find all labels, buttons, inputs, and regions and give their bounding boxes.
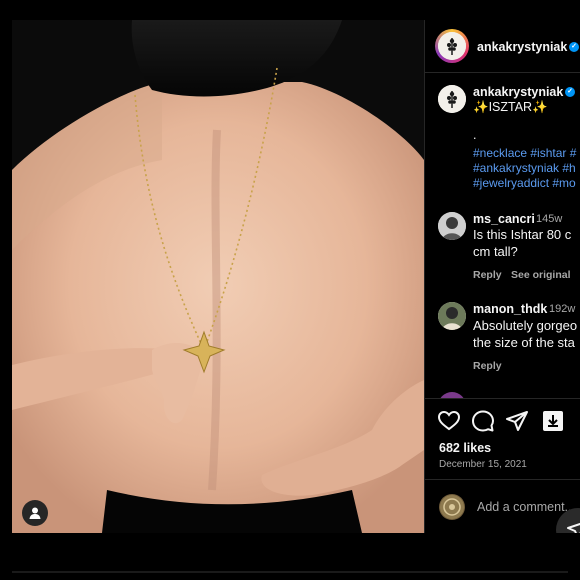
caption-dot: . [473,128,477,142]
hashtag-line[interactable]: #necklace #ishtar # [473,146,576,161]
user-photo-icon [438,302,466,330]
tree-logo-icon [438,32,466,60]
reply-link[interactable]: Reply [473,269,502,281]
comment-text-line: Is this Ishtar 80 c [473,227,572,242]
horizontal-scrollbar[interactable] [12,571,568,573]
header-username[interactable]: ankakrystyniak [477,40,567,54]
save-download-icon[interactable] [541,409,565,433]
comment-username[interactable]: manon_thdk [473,302,547,316]
tree-logo-icon [438,85,466,113]
hashtag-line[interactable]: #ankakrystyniak #h [473,161,576,176]
see-original-link[interactable]: See original [511,269,571,281]
post-header: ankakrystyniak ✓ [425,20,580,73]
tag-people-button[interactable] [22,500,48,526]
comment-bubble-icon[interactable] [471,409,495,433]
person-tag-icon [29,507,41,519]
comment-username[interactable]: ms_cancri [473,212,535,226]
comment-text-line: Absolutely gorgeo [473,318,578,333]
hashtag-line[interactable]: #jewelryaddict #mo [473,176,576,191]
post-photo[interactable] [12,20,424,533]
comment-text-line: the size of the sta [473,335,575,350]
verified-badge-icon: ✓ [565,87,575,97]
caption-hashtags[interactable]: #necklace #ishtar # #ankakrystyniak #h #… [473,146,576,191]
user-photo-icon [438,212,466,240]
paper-plane-icon[interactable] [505,409,529,433]
reply-link[interactable]: Reply [473,360,502,372]
caption-username[interactable]: ankakrystyniak [473,85,563,99]
post-date: December 15, 2021 [439,459,527,470]
comment-text-line: cm tall? [473,244,518,259]
author-avatar[interactable] [438,32,466,60]
post-side-panel: ankakrystyniak ✓ ankakrystyniak ✓ ✨ISZTA… [424,20,580,533]
likes-count[interactable]: 682 likes [439,441,491,455]
post-modal: ankakrystyniak ✓ ankakrystyniak ✓ ✨ISZTA… [0,0,580,580]
emoji-picker-button[interactable] [439,494,465,520]
caption-title: ✨ISZTAR✨ [473,100,548,114]
coin-avatar-icon [440,495,464,519]
comment-avatar[interactable] [438,302,466,330]
comment-avatar[interactable] [438,212,466,240]
comment-age: 192w [549,303,576,315]
heart-icon[interactable] [437,409,461,433]
caption-avatar[interactable] [438,85,466,113]
verified-badge-icon: ✓ [569,42,579,52]
photo-image [12,20,424,533]
comment-age: 145w [536,213,563,225]
